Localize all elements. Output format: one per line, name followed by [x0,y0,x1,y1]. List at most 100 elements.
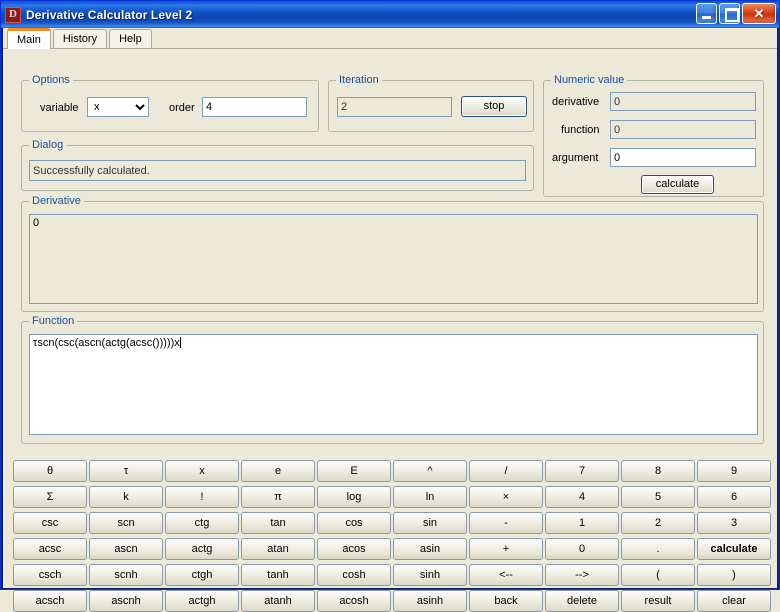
key-csch[interactable]: csch [13,564,87,586]
key-cursor-left[interactable]: <-- [469,564,543,586]
function-group: Function τscn(csc(ascn(actg(acsc()))))x [21,315,764,444]
close-button[interactable] [742,3,776,24]
key-acsc[interactable]: acsc [13,538,87,560]
key-9[interactable]: 9 [697,460,771,482]
tab-bar: Main History Help [3,28,777,49]
key-log[interactable]: log [317,486,391,508]
keypad: θ τ x e E ^ / 7 8 9 Σ k ! π log ln × 4 5… [13,460,771,612]
dialog-group: Dialog [21,139,534,191]
key-scn[interactable]: scn [89,512,163,534]
numeric-value-legend: Numeric value [551,74,628,86]
key-divide[interactable]: / [469,460,543,482]
options-legend: Options [29,74,73,86]
key-6[interactable]: 6 [697,486,771,508]
key-x[interactable]: x [165,460,239,482]
key-0[interactable]: 0 [545,538,619,560]
key-2[interactable]: 2 [621,512,695,534]
key-cos[interactable]: cos [317,512,391,534]
key-sin[interactable]: sin [393,512,467,534]
key-delete[interactable]: delete [545,590,619,612]
key-acosh[interactable]: acosh [317,590,391,612]
key-clear[interactable]: clear [697,590,771,612]
key-paren-close[interactable]: ) [697,564,771,586]
key-paren-open[interactable]: ( [621,564,695,586]
key-minus[interactable]: - [469,512,543,534]
key-k[interactable]: k [89,486,163,508]
variable-label: variable [40,102,79,114]
key-power[interactable]: ^ [393,460,467,482]
key-multiply[interactable]: × [469,486,543,508]
key-csc[interactable]: csc [13,512,87,534]
tab-history[interactable]: History [52,29,108,48]
derivative-output: 0 [29,214,758,304]
key-theta[interactable]: θ [13,460,87,482]
derivative-legend: Derivative [29,195,84,207]
key-acos[interactable]: acos [317,538,391,560]
key-1[interactable]: 1 [545,512,619,534]
order-input[interactable] [202,97,307,117]
tab-history-label: History [62,33,98,45]
function-legend: Function [29,315,78,327]
function-input[interactable]: τscn(csc(ascn(actg(acsc()))))x [29,334,758,435]
key-tanh[interactable]: tanh [241,564,315,586]
title-bar: D Derivative Calculator Level 2 [1,1,779,28]
key-factorial[interactable]: ! [165,486,239,508]
key-cursor-right[interactable]: --> [545,564,619,586]
key-7[interactable]: 7 [545,460,619,482]
key-sigma[interactable]: Σ [13,486,87,508]
dialog-message-field [29,160,526,181]
key-ln[interactable]: ln [393,486,467,508]
key-asinh[interactable]: asinh [393,590,467,612]
key-ascnh[interactable]: ascnh [89,590,163,612]
minimize-button[interactable] [696,3,717,24]
key-atan[interactable]: atan [241,538,315,560]
key-scnh[interactable]: scnh [89,564,163,586]
iteration-group: Iteration stop [328,74,534,132]
function-value-field [610,120,756,139]
maximize-button[interactable] [719,3,740,24]
variable-select[interactable]: x [87,97,149,117]
key-sinh[interactable]: sinh [393,564,467,586]
key-5[interactable]: 5 [621,486,695,508]
stop-button[interactable]: stop [461,96,527,117]
app-icon: D [5,6,21,23]
key-asin[interactable]: asin [393,538,467,560]
key-8[interactable]: 8 [621,460,695,482]
tab-main[interactable]: Main [7,28,51,49]
key-acsch[interactable]: acsch [13,590,87,612]
key-e[interactable]: e [241,460,315,482]
iteration-legend: Iteration [336,74,382,86]
key-3[interactable]: 3 [697,512,771,534]
key-atanh[interactable]: atanh [241,590,315,612]
tab-main-label: Main [17,33,41,46]
function-expression: τscn(csc(ascn(actg(acsc()))))x [33,337,180,349]
numeric-calculate-button[interactable]: calculate [641,175,714,194]
numeric-value-group: Numeric value derivative function argume… [543,74,764,197]
key-actg[interactable]: actg [165,538,239,560]
text-caret [179,337,181,348]
key-decimal[interactable]: . [621,538,695,560]
key-tau[interactable]: τ [89,460,163,482]
key-ctg[interactable]: ctg [165,512,239,534]
window-controls [696,3,776,24]
iteration-value-field [337,97,452,117]
key-ascn[interactable]: ascn [89,538,163,560]
key-plus[interactable]: + [469,538,543,560]
key-back[interactable]: back [469,590,543,612]
key-calculate[interactable]: calculate [697,538,771,560]
client-area: Main History Help Options variable x ord… [3,28,777,612]
options-group: Options variable x order [21,74,319,132]
argument-input[interactable] [610,148,756,167]
derivative-group: Derivative 0 [21,195,764,312]
key-ctgh[interactable]: ctgh [165,564,239,586]
key-tan[interactable]: tan [241,512,315,534]
tab-help-label: Help [119,33,142,45]
tab-help[interactable]: Help [109,29,152,48]
key-4[interactable]: 4 [545,486,619,508]
key-E[interactable]: E [317,460,391,482]
key-result[interactable]: result [621,590,695,612]
key-actgh[interactable]: actgh [165,590,239,612]
argument-label: argument [552,152,599,164]
key-pi[interactable]: π [241,486,315,508]
key-cosh[interactable]: cosh [317,564,391,586]
